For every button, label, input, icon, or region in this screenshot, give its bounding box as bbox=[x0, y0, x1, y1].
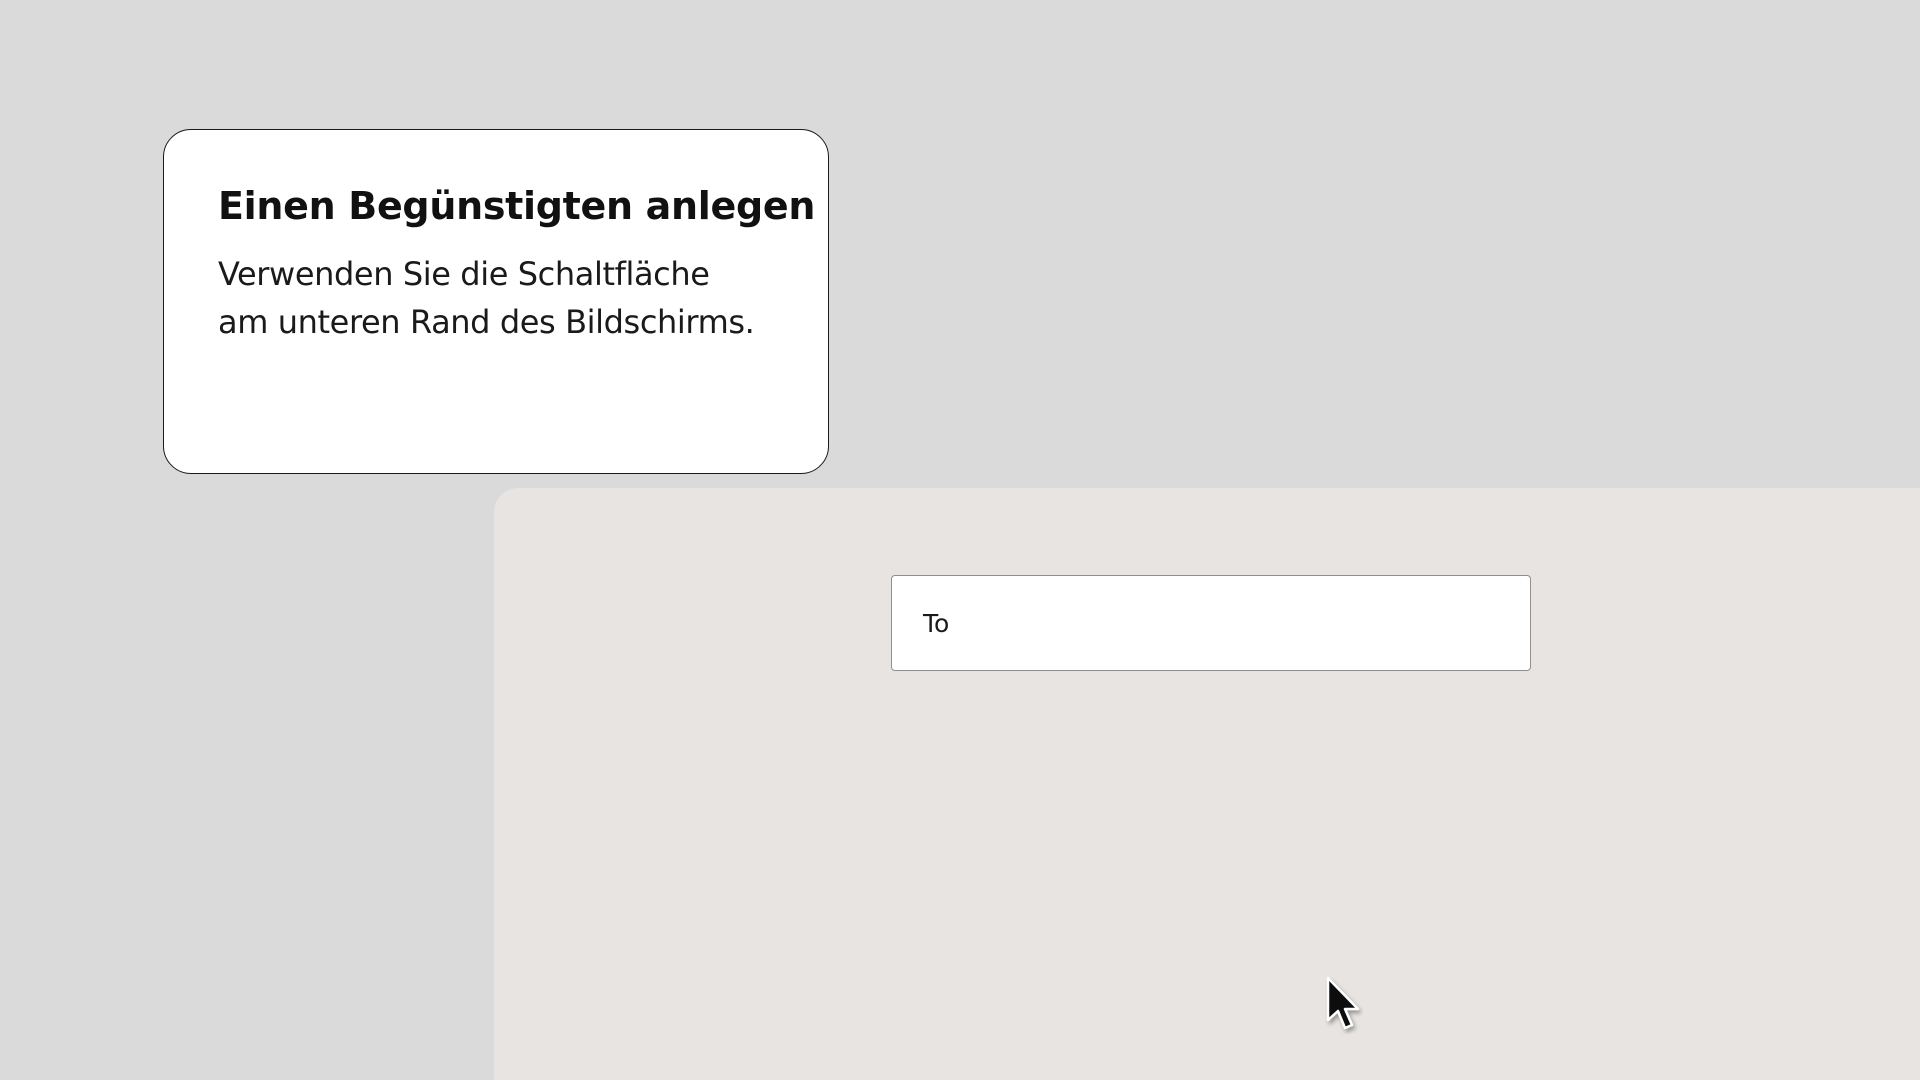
onboarding-tooltip: Einen Begünstigten anlegen Verwenden Sie… bbox=[163, 129, 829, 474]
tooltip-body-line-1: Verwenden Sie die Schaltfläche bbox=[218, 254, 710, 293]
screen: Einen Begünstigten anlegen Verwenden Sie… bbox=[0, 0, 1920, 1080]
tooltip-body: Verwenden Sie die Schaltfläche am untere… bbox=[218, 250, 774, 346]
mouse-pointer-icon bbox=[1326, 976, 1360, 1030]
recipient-to-label: To bbox=[923, 608, 950, 638]
tooltip-body-line-2: am unteren Rand des Bildschirms. bbox=[218, 302, 755, 341]
tooltip-title: Einen Begünstigten anlegen bbox=[218, 184, 816, 228]
recipient-to-field[interactable]: To bbox=[891, 575, 1531, 671]
